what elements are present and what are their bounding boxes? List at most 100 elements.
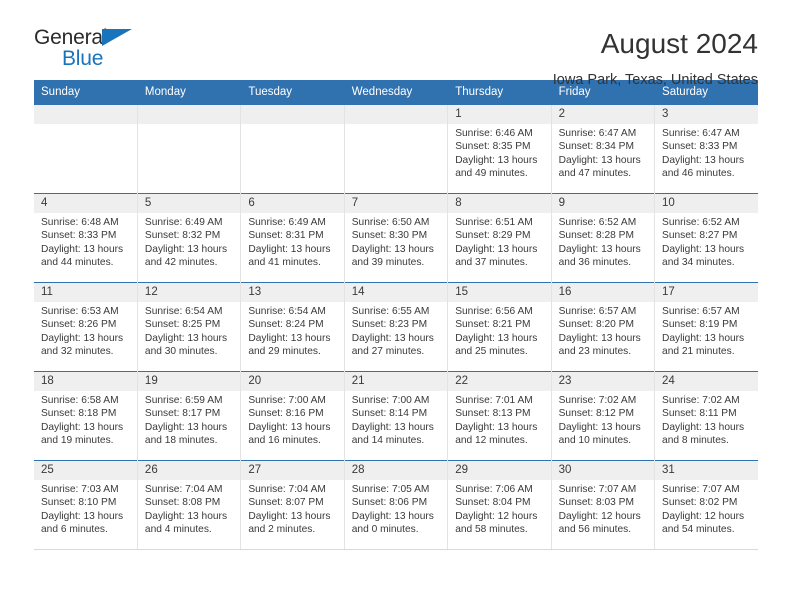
calendar-day-cell[interactable]: 24 Sunrise: 7:02 AM Sunset: 8:11 PM Dayligh… (654, 371, 758, 461)
calendar-body: 1 Sunrise: 6:46 AM Sunset: 8:35 PM Daylight… (34, 104, 758, 550)
sunset-time: Sunset: 8:03 PM (558, 497, 634, 509)
sunset-time: Sunset: 8:24 PM (248, 319, 324, 331)
sunrise-time: Sunrise: 6:46 AM (455, 128, 533, 139)
daylight-duration-line2: and 32 minutes. (41, 345, 114, 357)
page-title: August 2024 (600, 28, 758, 59)
calendar-day-cell[interactable]: 25 Sunrise: 7:03 AM Sunset: 8:10 PM Dayligh… (34, 460, 138, 550)
calendar-day-cell[interactable]: 8 Sunrise: 6:51 AM Sunset: 8:29 PM Daylight… (447, 193, 552, 283)
day-number: 18 (34, 372, 137, 391)
daylight-duration-line2: and 56 minutes. (558, 523, 632, 535)
calendar-day-cell[interactable]: 18 Sunrise: 6:58 AM Sunset: 8:18 PM Dayligh… (34, 371, 138, 461)
calendar-cell-empty (240, 104, 345, 194)
calendar-week-row: 1 Sunrise: 6:46 AM Sunset: 8:35 PM Daylight… (34, 104, 758, 194)
sunrise-time: Sunrise: 6:47 AM (558, 128, 637, 139)
calendar-day-cell[interactable]: 20 Sunrise: 7:00 AM Sunset: 8:16 PM Dayligh… (240, 371, 345, 461)
sunrise-time: Sunrise: 7:05 AM (351, 484, 430, 495)
day-details: Sunrise: 6:47 AM Sunset: 8:34 PM Daylight:… (552, 124, 654, 180)
triangle-icon (102, 29, 132, 46)
daylight-duration-line2: and 0 minutes. (351, 523, 419, 535)
day-details: Sunrise: 6:49 AM Sunset: 8:31 PM Daylight:… (241, 213, 343, 269)
daylight-duration-line1: Daylight: 13 hours (144, 332, 228, 344)
calendar-day-cell[interactable]: 16 Sunrise: 6:57 AM Sunset: 8:20 PM Dayligh… (551, 282, 656, 372)
sunset-time: Sunset: 8:20 PM (558, 319, 634, 331)
day-details: Sunrise: 7:04 AM Sunset: 8:08 PM Daylight:… (138, 480, 240, 536)
calendar-day-cell[interactable]: 17 Sunrise: 6:57 AM Sunset: 8:19 PM Dayligh… (654, 282, 758, 372)
day-details: Sunrise: 6:47 AM Sunset: 8:33 PM Daylight:… (655, 124, 758, 180)
sunset-time: Sunset: 8:30 PM (351, 230, 428, 242)
daylight-duration-line2: and 39 minutes. (351, 256, 425, 268)
daylight-duration-line2: and 25 minutes. (455, 345, 528, 357)
sunrise-time: Sunrise: 7:06 AM (455, 484, 533, 495)
sunrise-time: Sunrise: 7:00 AM (351, 395, 430, 406)
sunrise-time: Sunrise: 7:00 AM (248, 395, 326, 406)
day-number: 21 (344, 372, 448, 391)
sunset-time: Sunset: 8:14 PM (351, 408, 428, 420)
calendar-day-cell[interactable]: 13 Sunrise: 6:54 AM Sunset: 8:24 PM Dayligh… (240, 282, 345, 372)
calendar-page: General Blue August 2024 Iowa Park, Texa… (0, 0, 792, 612)
day-number: 26 (137, 461, 241, 480)
day-details: Sunrise: 6:51 AM Sunset: 8:29 PM Daylight:… (448, 213, 550, 269)
daylight-duration-line2: and 21 minutes. (662, 345, 735, 357)
daylight-duration-line2: and 36 minutes. (558, 256, 632, 268)
calendar-day-cell[interactable]: 26 Sunrise: 7:04 AM Sunset: 8:08 PM Dayligh… (137, 460, 242, 550)
calendar-day-cell[interactable]: 2 Sunrise: 6:47 AM Sunset: 8:34 PM Daylight… (551, 104, 656, 194)
calendar-day-cell[interactable]: 30 Sunrise: 7:07 AM Sunset: 8:03 PM Dayligh… (551, 460, 656, 550)
calendar-day-cell[interactable]: 11 Sunrise: 6:53 AM Sunset: 8:26 PM Dayligh… (34, 282, 138, 372)
calendar-day-cell[interactable]: 5 Sunrise: 6:49 AM Sunset: 8:32 PM Daylight… (137, 193, 242, 283)
daylight-duration-line1: Daylight: 13 hours (41, 243, 124, 255)
daylight-duration-line1: Daylight: 13 hours (41, 510, 124, 522)
day-number: 16 (551, 283, 655, 302)
day-number: 13 (241, 283, 344, 302)
calendar-day-cell[interactable]: 23 Sunrise: 7:02 AM Sunset: 8:12 PM Dayligh… (551, 371, 656, 461)
calendar-day-cell[interactable]: 27 Sunrise: 7:04 AM Sunset: 8:07 PM Dayligh… (240, 460, 345, 550)
daylight-duration-line2: and 18 minutes. (144, 434, 218, 446)
sunset-time: Sunset: 8:17 PM (144, 408, 221, 420)
calendar-day-cell[interactable]: 6 Sunrise: 6:49 AM Sunset: 8:31 PM Daylight… (240, 193, 345, 283)
calendar-day-cell[interactable]: 4 Sunrise: 6:48 AM Sunset: 8:33 PM Daylight… (34, 193, 138, 283)
calendar-day-cell[interactable]: 9 Sunrise: 6:52 AM Sunset: 8:28 PM Daylight… (551, 193, 656, 283)
calendar-day-cell[interactable]: 21 Sunrise: 7:00 AM Sunset: 8:14 PM Dayligh… (344, 371, 449, 461)
daylight-duration-line1: Daylight: 13 hours (351, 243, 434, 255)
calendar-day-cell[interactable]: 22 Sunrise: 7:01 AM Sunset: 8:13 PM Dayligh… (447, 371, 552, 461)
day-details: Sunrise: 7:02 AM Sunset: 8:12 PM Daylight:… (552, 391, 654, 447)
day-number: 14 (344, 283, 448, 302)
calendar-day-cell[interactable]: 29 Sunrise: 7:06 AM Sunset: 8:04 PM Dayligh… (447, 460, 552, 550)
daylight-duration-line1: Daylight: 13 hours (248, 243, 331, 255)
calendar-day-cell[interactable]: 10 Sunrise: 6:52 AM Sunset: 8:27 PM Dayligh… (654, 193, 758, 283)
sunset-time: Sunset: 8:32 PM (144, 230, 221, 242)
daylight-duration-line2: and 12 minutes. (455, 434, 528, 446)
daylight-duration-line1: Daylight: 13 hours (558, 154, 641, 166)
day-details: Sunrise: 6:53 AM Sunset: 8:26 PM Daylight:… (34, 302, 137, 358)
day-number: 31 (655, 461, 758, 480)
calendar-day-cell[interactable]: 1 Sunrise: 6:46 AM Sunset: 8:35 PM Daylight… (447, 104, 552, 194)
calendar-day-cell[interactable]: 19 Sunrise: 6:59 AM Sunset: 8:17 PM Dayligh… (137, 371, 242, 461)
calendar-week-row: 11 Sunrise: 6:53 AM Sunset: 8:26 PM Dayligh… (34, 282, 758, 372)
calendar-day-cell[interactable]: 31 Sunrise: 7:07 AM Sunset: 8:02 PM Dayligh… (654, 460, 758, 550)
daylight-duration-line2: and 23 minutes. (558, 345, 632, 357)
sunset-time: Sunset: 8:27 PM (662, 230, 738, 242)
daylight-duration-line2: and 16 minutes. (248, 434, 321, 446)
sunset-time: Sunset: 8:13 PM (455, 408, 531, 420)
brand-name-blue: Blue (62, 47, 104, 70)
day-details: Sunrise: 6:52 AM Sunset: 8:28 PM Daylight:… (552, 213, 654, 269)
daylight-duration-line1: Daylight: 13 hours (455, 154, 538, 166)
calendar-day-cell[interactable]: 7 Sunrise: 6:50 AM Sunset: 8:30 PM Daylight… (344, 193, 449, 283)
calendar-day-cell[interactable]: 15 Sunrise: 6:56 AM Sunset: 8:21 PM Dayligh… (447, 282, 552, 372)
sunset-time: Sunset: 8:25 PM (144, 319, 221, 331)
daylight-duration-line2: and 10 minutes. (558, 434, 632, 446)
daylight-duration-line2: and 14 minutes. (351, 434, 425, 446)
day-number: 10 (655, 194, 758, 213)
day-number: 22 (448, 372, 551, 391)
brand-logo[interactable]: General Blue (34, 27, 154, 73)
calendar-day-cell[interactable]: 12 Sunrise: 6:54 AM Sunset: 8:25 PM Dayligh… (137, 282, 242, 372)
sunrise-time: Sunrise: 6:49 AM (144, 217, 223, 228)
day-details: Sunrise: 7:04 AM Sunset: 8:07 PM Daylight:… (241, 480, 343, 536)
daylight-duration-line1: Daylight: 13 hours (144, 421, 228, 433)
sunrise-time: Sunrise: 7:07 AM (662, 484, 740, 495)
day-details: Sunrise: 6:54 AM Sunset: 8:25 PM Daylight:… (138, 302, 240, 358)
calendar-day-cell[interactable]: 28 Sunrise: 7:05 AM Sunset: 8:06 PM Dayligh… (344, 460, 449, 550)
calendar-day-cell[interactable]: 3 Sunrise: 6:47 AM Sunset: 8:33 PM Daylight… (654, 104, 758, 194)
daylight-duration-line1: Daylight: 13 hours (455, 421, 538, 433)
day-number: 3 (655, 105, 758, 124)
calendar-day-cell[interactable]: 14 Sunrise: 6:55 AM Sunset: 8:23 PM Dayligh… (344, 282, 449, 372)
